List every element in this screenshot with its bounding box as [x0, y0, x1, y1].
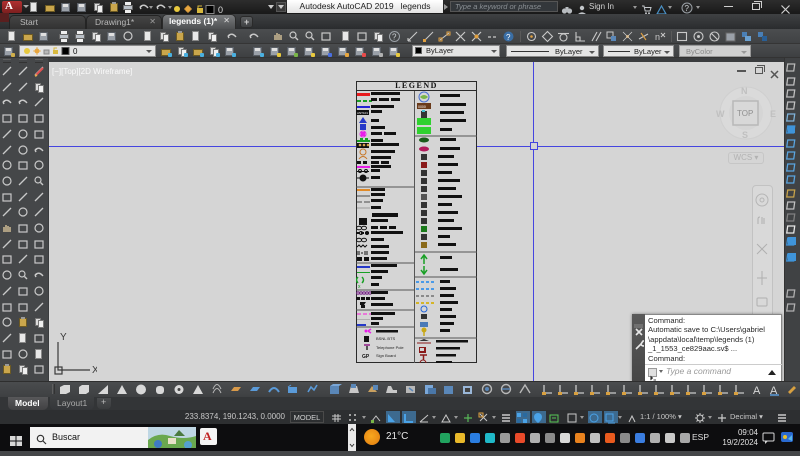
svg-text:n: n — [655, 32, 660, 42]
svg-text:ANT101: ANT101 — [357, 111, 368, 115]
svg-text:0000: 0000 — [418, 105, 426, 109]
svg-text:Sign Board: Sign Board — [376, 353, 396, 358]
svg-text:GP: GP — [362, 354, 370, 360]
svg-text:Y: Y — [60, 332, 67, 343]
svg-text:BSNL BTS: BSNL BTS — [376, 336, 396, 341]
svg-text:?: ? — [392, 33, 397, 42]
svg-text:?: ? — [506, 33, 511, 42]
svg-text:A: A — [753, 385, 761, 396]
svg-text:W: W — [716, 109, 725, 119]
svg-text:S: S — [742, 130, 748, 140]
svg-text:X: X — [92, 365, 97, 376]
svg-text:x: x — [358, 284, 361, 290]
svg-text:0: 0 — [73, 47, 78, 56]
svg-text:E: E — [770, 109, 776, 119]
svg-text:?: ? — [685, 4, 690, 13]
svg-text:Telephone Pole: Telephone Pole — [376, 345, 404, 350]
svg-text:TOP: TOP — [737, 109, 753, 118]
svg-text:N: N — [741, 86, 748, 96]
